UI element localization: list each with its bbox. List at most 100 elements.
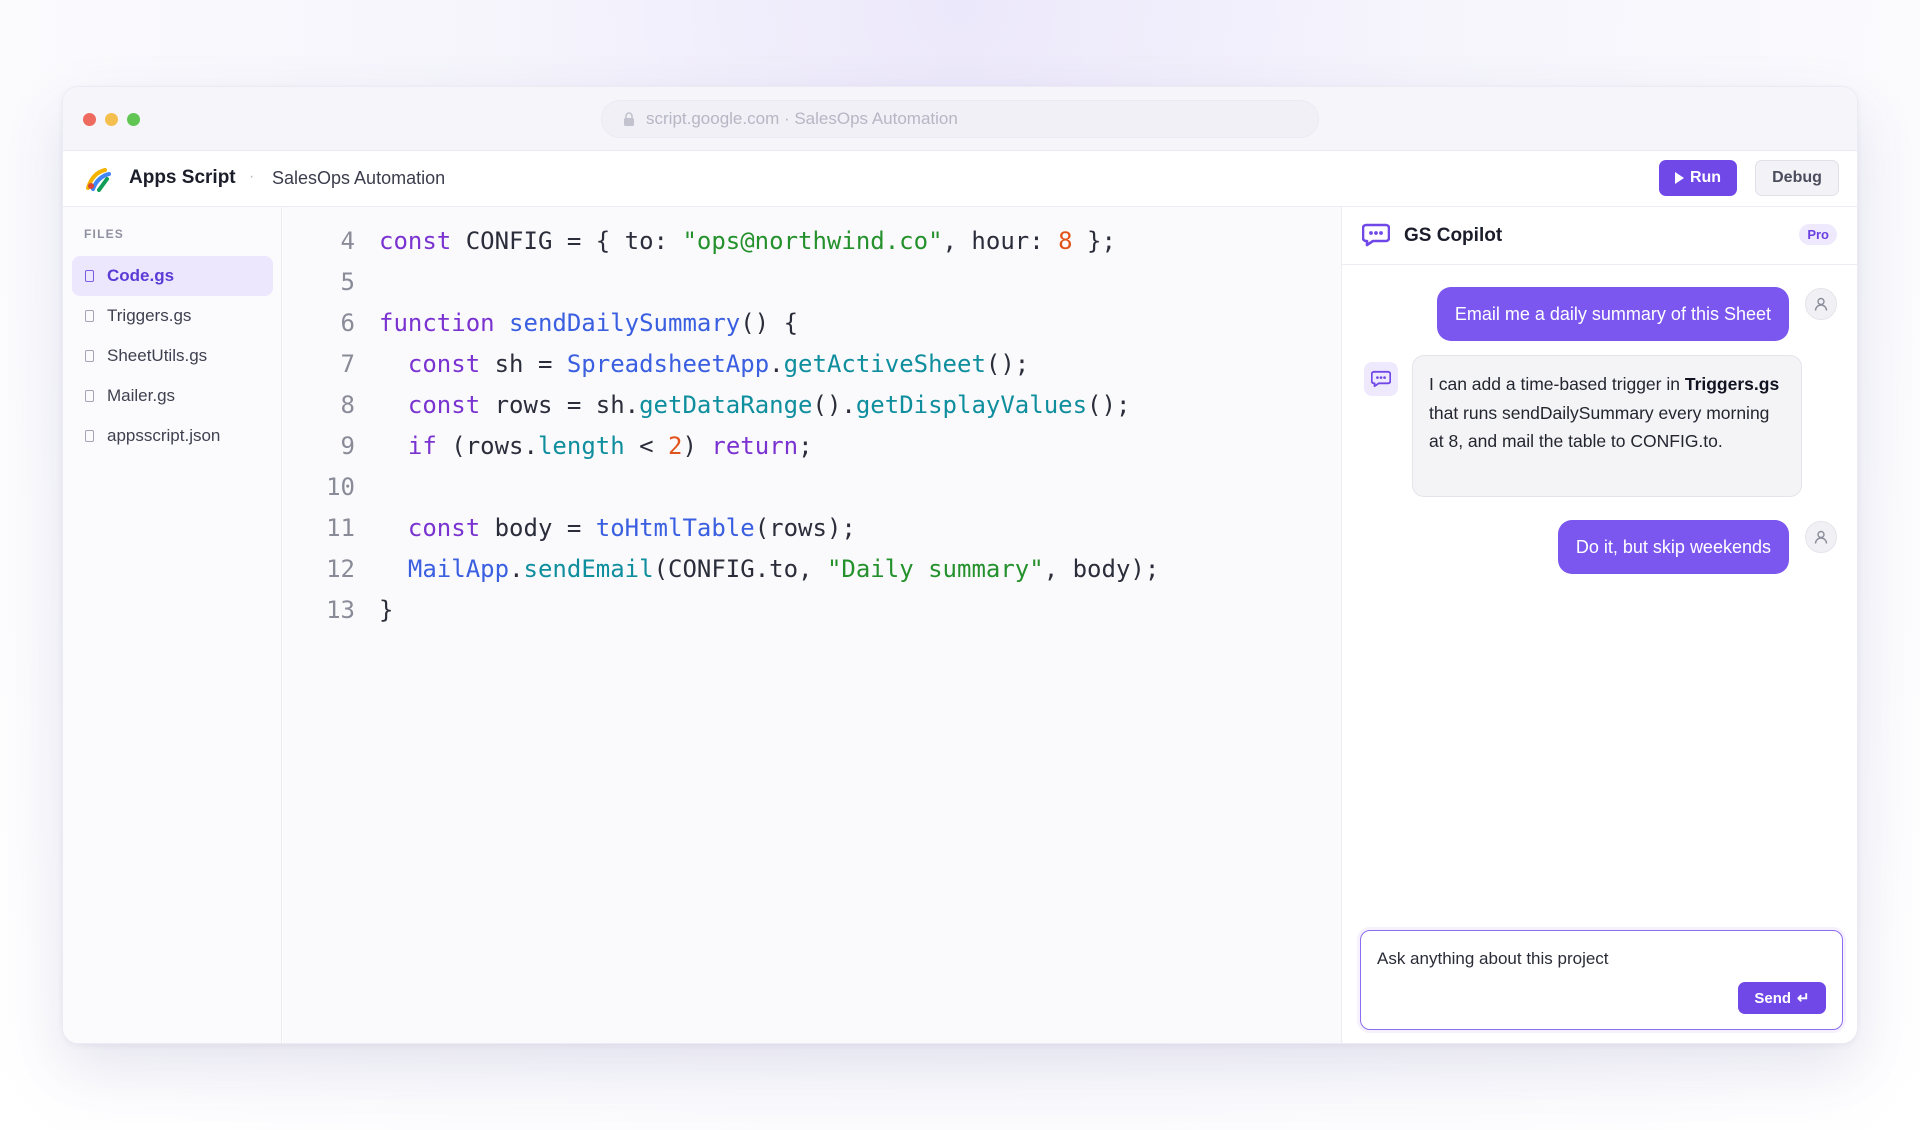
code-token: "ops@northwind.co" [682, 227, 943, 255]
code-token: 2 [668, 432, 683, 460]
bot-message-text: I can add a time-based trigger in [1429, 374, 1685, 394]
code-line[interactable]: 9 if (rows.length < 2) return; [283, 429, 813, 463]
line-number: 4 [340, 227, 355, 255]
line-number: 5 [340, 268, 355, 296]
code-line[interactable]: 12 MailApp.sendEmail(CONFIG.to, "Daily s… [283, 552, 1159, 586]
code-token: rows = sh. [480, 391, 640, 419]
close-window-button[interactable] [83, 113, 96, 126]
code-text: const rows = sh.getDataRange().getDispla… [379, 391, 1131, 419]
code-token: CONFIG = { to: [451, 227, 683, 255]
code-token: length [537, 432, 625, 460]
file-icon [85, 430, 94, 442]
code-text: const sh = SpreadsheetApp.getActiveSheet… [379, 350, 1029, 378]
code-token: < [624, 432, 669, 460]
code-line[interactable]: 7 const sh = SpreadsheetApp.getActiveShe… [283, 347, 1030, 381]
code-token: getDisplayValues [855, 391, 1088, 419]
app-header: Apps Script · SalesOps Automation Run De… [63, 151, 1857, 207]
user-icon [1814, 297, 1828, 311]
file-label: Mailer.gs [107, 386, 176, 405]
code-text: function sendDailySummary() { [379, 309, 798, 337]
code-line[interactable]: 8 const rows = sh.getDataRange().getDisp… [283, 388, 1131, 422]
code-token: if [407, 432, 437, 460]
user-avatar [1805, 521, 1837, 553]
code-token: const [407, 350, 481, 378]
file-label: appsscript.json [107, 426, 221, 445]
code-line[interactable]: 6 function sendDailySummary() { [283, 306, 798, 340]
code-line[interactable]: 11 const body = toHtmlTable(rows); [283, 511, 856, 545]
code-token: MailApp [407, 555, 510, 583]
code-token: } [379, 596, 394, 624]
chat-input[interactable]: Ask anything about this project [1377, 949, 1609, 969]
file-item-code-gs[interactable]: Code.gs [72, 256, 273, 296]
line-number: 6 [340, 309, 355, 337]
code-line[interactable]: 13} [283, 593, 393, 627]
code-token: return [711, 432, 799, 460]
code-token: sendEmail [523, 555, 654, 583]
code-token: SpreadsheetApp [566, 350, 770, 378]
run-button[interactable]: Run [1659, 160, 1737, 196]
files-section-label: FILES [84, 227, 125, 241]
code-token: (rows. [436, 432, 538, 460]
chat-composer[interactable]: Ask anything about this project Send ↵ [1360, 930, 1843, 1030]
code-token: sendDailySummary [509, 309, 741, 337]
code-text: } [379, 596, 393, 624]
line-number: 8 [340, 391, 355, 419]
send-label: Send [1754, 989, 1792, 1007]
code-token: ; [798, 432, 813, 460]
file-item-appsscript-json[interactable]: appsscript.json [72, 416, 273, 456]
file-icon [85, 270, 94, 282]
user-message-text: Email me a daily summary of this Sheet [1454, 303, 1771, 324]
code-token: ) [682, 432, 712, 460]
code-token: (); [985, 350, 1030, 378]
chat-bot-icon [1371, 370, 1391, 388]
line-number: 13 [326, 596, 355, 624]
chat-bot-icon [1361, 223, 1391, 247]
copilot-title: GS Copilot [1404, 225, 1503, 246]
user-message: Email me a daily summary of this Sheet [1436, 287, 1789, 341]
code-token: (); [1087, 391, 1131, 419]
code-token: const [407, 514, 481, 542]
user-message: Do it, but skip weekends [1557, 520, 1789, 574]
file-item-mailer-gs[interactable]: Mailer.gs [72, 376, 273, 416]
code-token: , hour: [942, 227, 1059, 255]
code-line[interactable]: 4 const CONFIG = { to: "ops@northwind.co"… [283, 224, 1116, 258]
code-token: (). [812, 391, 856, 419]
code-editor[interactable]: 4 const CONFIG = { to: "ops@northwind.co"… [283, 207, 1341, 1043]
code-token: function [379, 309, 495, 337]
file-label: Code.gs [107, 266, 175, 285]
code-line[interactable]: 5 [283, 265, 379, 299]
file-icon [85, 310, 94, 322]
lock-icon [622, 111, 636, 127]
code-text: MailApp.sendEmail(CONFIG.to, "Daily summ… [379, 555, 1159, 583]
code-token: const [379, 227, 452, 255]
code-token: sh = [480, 350, 567, 378]
code-token: body = [480, 514, 596, 542]
maximize-window-button[interactable] [127, 113, 140, 126]
copilot-panel: GS Copilot Pro Email me a daily summary … [1341, 207, 1857, 1043]
file-icon [85, 390, 94, 402]
send-button[interactable]: Send ↵ [1738, 982, 1826, 1014]
code-token: "Daily summary" [826, 555, 1044, 583]
code-line[interactable]: 10 [283, 470, 379, 504]
code-token: toHtmlTable [595, 514, 755, 542]
url-text: script.google.com · SalesOps Automation [646, 109, 958, 128]
bot-message: I can add a time-based trigger in Trigge… [1412, 355, 1802, 497]
run-label: Run [1689, 169, 1722, 186]
minimize-window-button[interactable] [105, 113, 118, 126]
code-token: 8 [1058, 227, 1073, 255]
code-token: . [769, 350, 784, 378]
user-icon [1814, 530, 1828, 544]
app-window: script.google.com · SalesOps Automation … [62, 86, 1858, 1044]
address-bar[interactable]: script.google.com · SalesOps Automation [601, 100, 1319, 138]
code-token: () { [740, 309, 799, 337]
return-icon: ↵ [1797, 990, 1810, 1007]
file-item-triggers-gs[interactable]: Triggers.gs [72, 296, 273, 336]
file-label: SheetUtils.gs [107, 346, 208, 365]
debug-button[interactable]: Debug [1755, 160, 1839, 196]
file-item-sheetutils-gs[interactable]: SheetUtils.gs [72, 336, 273, 376]
